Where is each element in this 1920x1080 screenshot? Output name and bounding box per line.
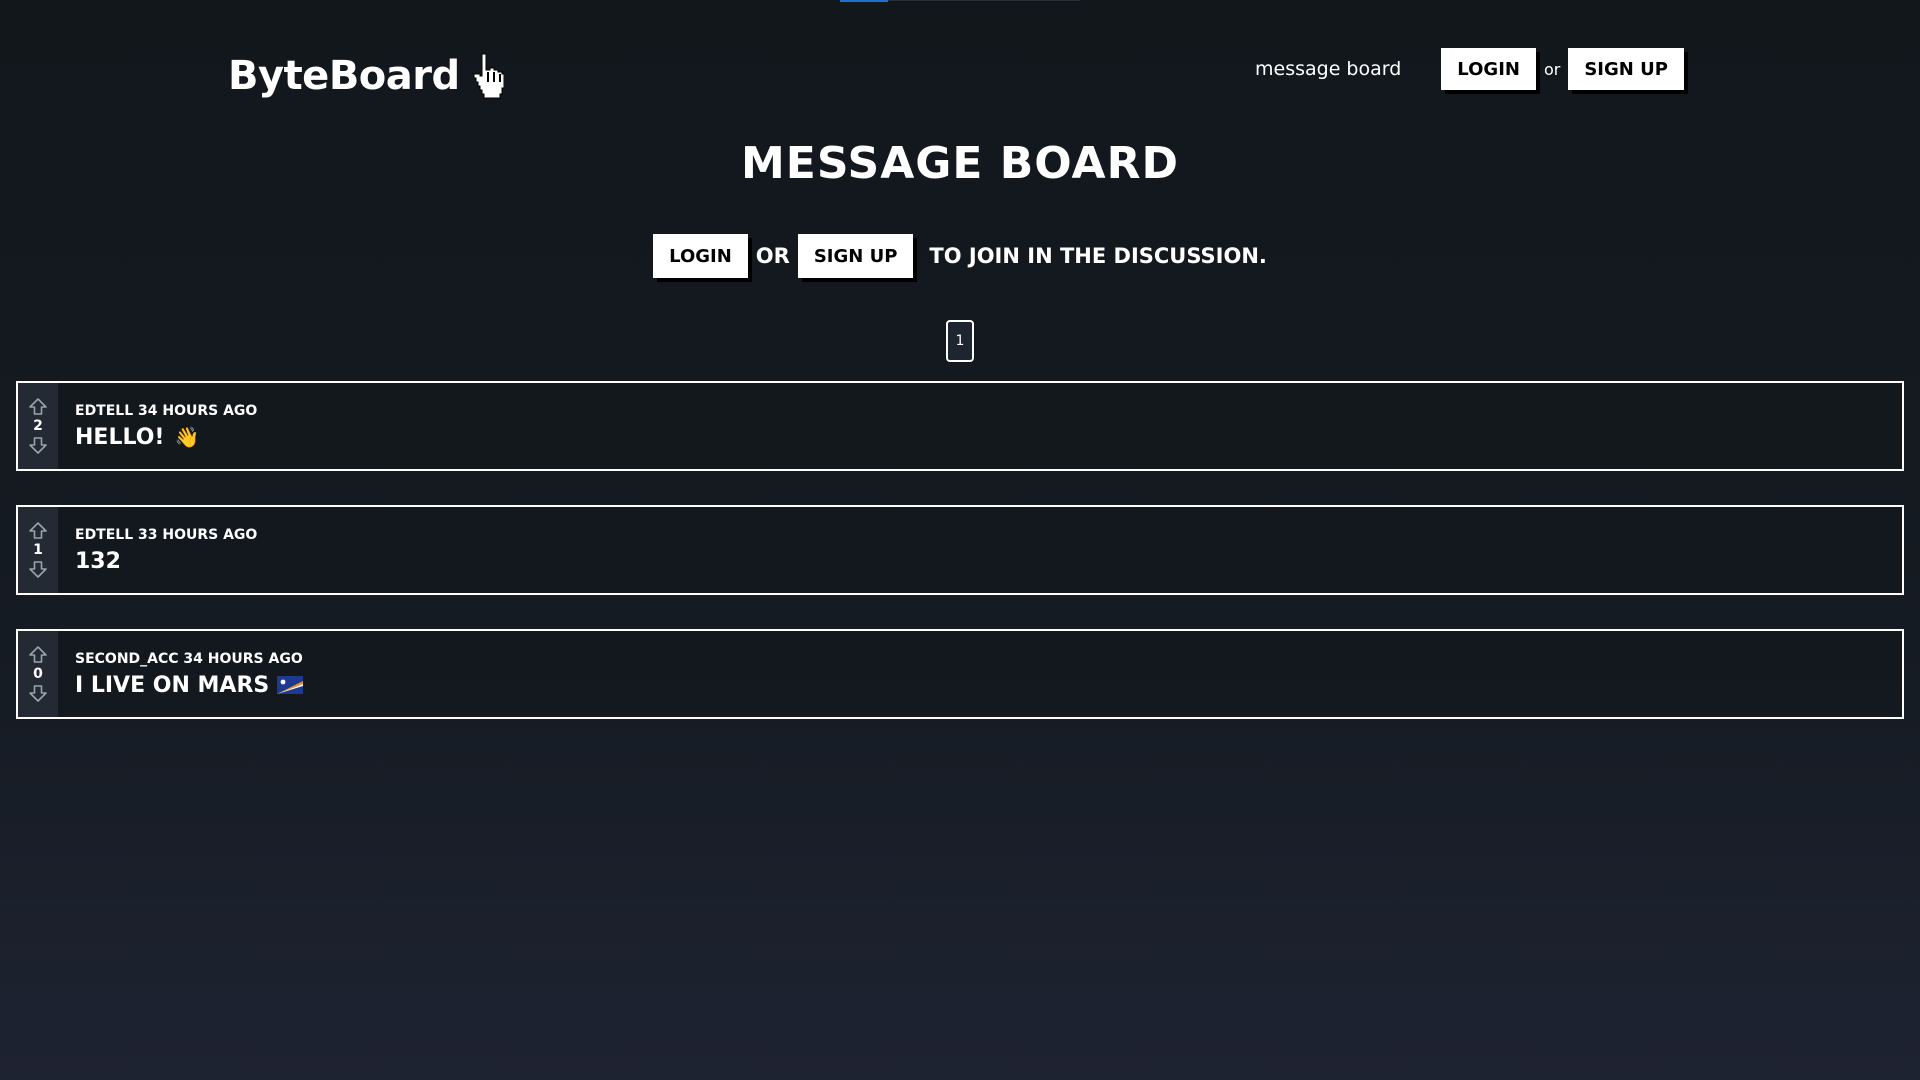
post-body: EDTELL 33 HOURS AGO 132	[58, 507, 257, 593]
post-content: I LIVE ON MARS	[75, 672, 304, 698]
top-accent-bar	[840, 0, 888, 2]
post-content: 132	[75, 549, 257, 574]
site-logo[interactable]: ByteBoard	[228, 52, 504, 100]
join-or-text: OR	[755, 244, 790, 268]
post-text: 132	[75, 548, 121, 574]
vote-score: 1	[33, 542, 43, 558]
post-author[interactable]: SECOND_ACC	[75, 651, 179, 667]
downvote-arrow-icon[interactable]	[27, 434, 49, 456]
vote-score: 0	[33, 666, 43, 682]
join-signup-button[interactable]: SIGN UP	[797, 234, 914, 278]
post-text: HELLO!	[75, 424, 165, 450]
downvote-arrow-icon[interactable]	[27, 682, 49, 704]
upvote-arrow-icon[interactable]	[27, 644, 49, 666]
vote-score: 2	[33, 418, 43, 434]
logo-text: ByteBoard	[228, 53, 460, 99]
vote-column: 0	[18, 631, 58, 717]
header-nav: message board LOGIN or SIGN UP	[1255, 48, 1684, 90]
nav-message-board-link[interactable]: message board	[1255, 58, 1401, 80]
post-text: I LIVE ON MARS	[75, 672, 270, 698]
header-login-button[interactable]: LOGIN	[1441, 48, 1536, 90]
header-signup-button[interactable]: SIGN UP	[1568, 48, 1684, 90]
join-tail-text: TO JOIN IN THE DISCUSSION.	[929, 244, 1267, 268]
join-login-button[interactable]: LOGIN	[653, 234, 748, 278]
header-or-text: or	[1543, 59, 1561, 79]
upvote-arrow-icon[interactable]	[27, 396, 49, 418]
post-card: 1 EDTELL 33 HOURS AGO 132	[16, 505, 1904, 595]
post-card: 2 EDTELL 34 HOURS AGO HELLO! 👋	[16, 381, 1904, 471]
post-body: SECOND_ACC 34 HOURS AGO I LIVE ON MARS	[58, 631, 304, 717]
post-time: 34 HOURS AGO	[183, 650, 303, 667]
post-content: HELLO! 👋	[75, 425, 257, 450]
post-meta: SECOND_ACC 34 HOURS AGO	[75, 651, 303, 667]
post-card: 0 SECOND_ACC 34 HOURS AGO I LIVE ON MARS	[16, 629, 1904, 719]
waving-hand-icon: 👋	[174, 425, 200, 449]
top-divider	[888, 0, 1080, 1]
marshall-islands-flag-icon	[277, 676, 304, 694]
upvote-arrow-icon[interactable]	[27, 520, 49, 542]
post-author[interactable]: EDTELL	[75, 527, 133, 543]
pagination-page-button[interactable]: 1	[946, 320, 974, 362]
post-author[interactable]: EDTELL	[75, 403, 133, 419]
pointer-hand-icon	[473, 53, 504, 99]
post-meta: EDTELL 33 HOURS AGO	[75, 527, 257, 543]
post-meta: EDTELL 34 HOURS AGO	[75, 403, 257, 419]
downvote-arrow-icon[interactable]	[27, 558, 49, 580]
post-time: 34 HOURS AGO	[138, 402, 258, 419]
vote-column: 2	[18, 383, 58, 469]
post-body: EDTELL 34 HOURS AGO HELLO! 👋	[58, 383, 257, 469]
page-title: MESSAGE BOARD	[740, 138, 1179, 189]
vote-column: 1	[18, 507, 58, 593]
post-time: 33 HOURS AGO	[138, 526, 258, 543]
join-prompt: LOGIN OR SIGN UP TO JOIN IN THE DISCUSSI…	[0, 234, 1920, 278]
